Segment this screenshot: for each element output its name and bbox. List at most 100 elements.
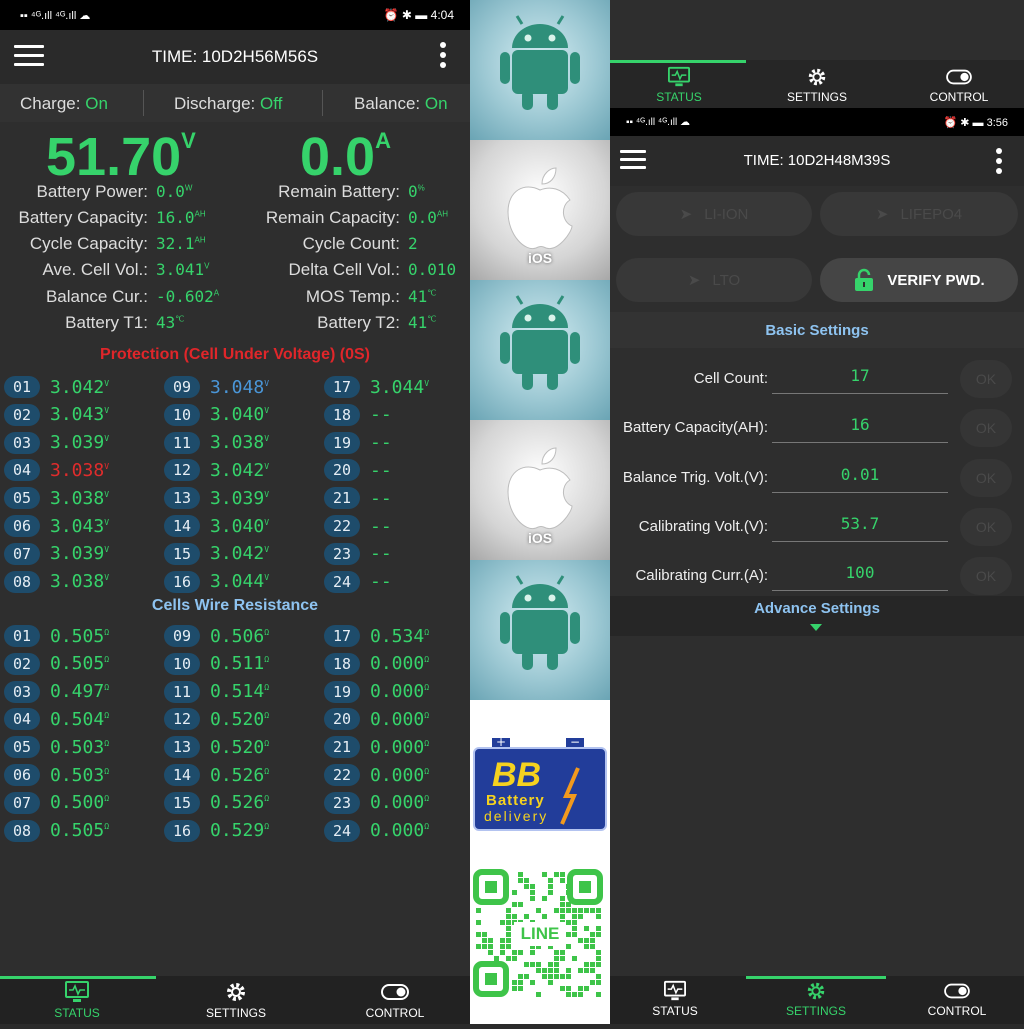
cell-unit: Ω xyxy=(264,738,270,748)
ok-button[interactable]: OK xyxy=(960,557,1012,596)
setting-input[interactable]: 17 xyxy=(772,360,948,394)
lifepo4-button[interactable]: ➤ LIFEPO4 xyxy=(820,192,1018,236)
cell-value: 0.520Ω xyxy=(210,737,269,758)
setting-input[interactable]: 100 xyxy=(772,557,948,592)
cell-unit: Ω xyxy=(424,738,430,748)
setting-input[interactable]: 53.7 xyxy=(772,508,948,542)
qr-module xyxy=(560,878,565,883)
cell-number-badge: 02 xyxy=(4,403,40,426)
cell-item: 18 0.000Ω xyxy=(324,652,429,676)
android-tile[interactable] xyxy=(470,0,610,140)
ok-button[interactable]: OK xyxy=(960,409,1012,448)
setting-input[interactable]: 0.01 xyxy=(772,459,948,493)
more-options-icon[interactable] xyxy=(996,148,1004,178)
cell-number-badge: 15 xyxy=(164,791,200,814)
cell-number-badge: 12 xyxy=(164,708,200,731)
status-time: 3:56 xyxy=(986,116,1008,129)
setting-input[interactable]: 16 xyxy=(772,409,948,444)
stat-label: Cycle Capacity: xyxy=(29,234,148,253)
tab-control[interactable]: CONTROL xyxy=(890,66,1024,104)
cell-item: 21 0.000Ω xyxy=(324,735,429,759)
ok-button[interactable]: OK xyxy=(960,360,1012,398)
stat-unit: AH xyxy=(194,209,206,219)
ios-tile[interactable]: iOS xyxy=(470,140,610,280)
cell-value-text: 0.503 xyxy=(50,764,105,786)
status-right: ⏰ ✱ ▬ 4:04 xyxy=(383,8,454,22)
cell-number-badge: 14 xyxy=(164,515,200,537)
tab-settings[interactable]: SETTINGS xyxy=(748,66,886,104)
more-options-icon[interactable] xyxy=(440,42,448,72)
cell-number-badge: 23 xyxy=(324,542,360,565)
tab-settings[interactable]: SETTINGS xyxy=(176,980,296,1020)
lto-button[interactable]: ➤ LTO xyxy=(616,258,812,302)
stat-unit: ℃ xyxy=(427,288,437,298)
android-tile[interactable] xyxy=(470,560,610,700)
tab-status[interactable]: STATUS xyxy=(17,980,137,1020)
stat-value: 0.010 xyxy=(408,260,457,279)
cell-unit: V xyxy=(264,378,270,388)
cell-unit: V xyxy=(264,461,270,471)
cell-item: 16 3.044V xyxy=(164,570,269,594)
ok-button[interactable]: OK xyxy=(960,507,1012,546)
stat-right-row: Remain Capacity: 0.0AH xyxy=(240,208,448,228)
cell-value: 3.039V xyxy=(50,432,109,453)
stat-right-row: Delta Cell Vol.: 0.010 xyxy=(240,260,457,280)
cell-number-badge: 16 xyxy=(164,570,200,593)
android-tile[interactable] xyxy=(470,280,610,420)
tab-control[interactable]: CONTROL xyxy=(897,980,1017,1018)
cell-value: 0.514Ω xyxy=(210,681,269,702)
advance-settings-label: Advance Settings xyxy=(754,600,880,617)
tab-settings[interactable]: SETTINGS xyxy=(756,980,876,1018)
tab-settings-label: SETTINGS xyxy=(785,1004,846,1018)
qr-module xyxy=(566,908,571,913)
cell-number-badge: 24 xyxy=(324,570,360,593)
cell-value-text: 3.038 xyxy=(50,459,105,481)
cell-value: -- xyxy=(370,571,392,592)
cell-value-text: 3.042 xyxy=(210,459,265,481)
tab-status[interactable]: STATUS xyxy=(610,66,748,104)
qr-module xyxy=(506,914,511,919)
cell-number-badge: 16 xyxy=(164,819,200,842)
ios-tile[interactable]: iOS xyxy=(470,420,610,560)
qr-module xyxy=(596,992,601,997)
li-ion-button[interactable]: ➤ LI-ION xyxy=(616,192,812,236)
tab-control[interactable]: CONTROL xyxy=(335,980,455,1020)
qr-module xyxy=(572,956,577,961)
stat-left-row: Battery Capacity: 16.0AH xyxy=(0,208,206,228)
advance-settings-toggle[interactable]: Advance Settings xyxy=(610,596,1024,636)
cell-value-text: 0.000 xyxy=(370,764,425,786)
cell-value: 3.043V xyxy=(50,516,109,537)
discharge-value: Off xyxy=(260,94,283,113)
cell-unit: V xyxy=(264,545,270,555)
qr-module xyxy=(524,914,529,919)
tab-control-label: CONTROL xyxy=(929,90,989,104)
qr-module xyxy=(500,944,505,949)
cell-unit: Ω xyxy=(104,655,110,665)
cell-item: 06 0.503Ω xyxy=(4,763,109,787)
cell-item: 18 -- xyxy=(324,403,392,427)
qr-module xyxy=(554,872,559,877)
cell-item: 13 3.039V xyxy=(164,486,269,510)
cell-value: 3.042V xyxy=(210,460,269,481)
cell-item: 05 0.503Ω xyxy=(4,735,109,759)
cell-value: 0.526Ω xyxy=(210,792,269,813)
cell-item: 09 0.506Ω xyxy=(164,624,269,648)
verify-password-button[interactable]: VERIFY PWD. xyxy=(820,258,1018,302)
qr-module xyxy=(566,884,571,889)
line-qr-code[interactable]: LINE xyxy=(470,860,610,1024)
cell-value-text: 3.043 xyxy=(50,404,105,426)
cell-number-badge: 10 xyxy=(164,403,200,426)
qr-module xyxy=(578,968,583,973)
cell-item: 11 0.514Ω xyxy=(164,680,269,704)
tab-status[interactable]: STATUS xyxy=(615,980,735,1018)
ok-button[interactable]: OK xyxy=(960,458,1012,497)
cell-number-badge: 05 xyxy=(4,487,40,510)
qr-module xyxy=(566,992,571,997)
cell-unit: V xyxy=(104,461,110,471)
qr-module xyxy=(542,872,547,877)
cell-item: 01 3.042V xyxy=(4,375,109,399)
qr-module xyxy=(512,980,517,985)
cell-value-text: 0.505 xyxy=(50,653,105,675)
cell-value: -- xyxy=(370,543,392,564)
menu-icon[interactable] xyxy=(14,45,44,69)
